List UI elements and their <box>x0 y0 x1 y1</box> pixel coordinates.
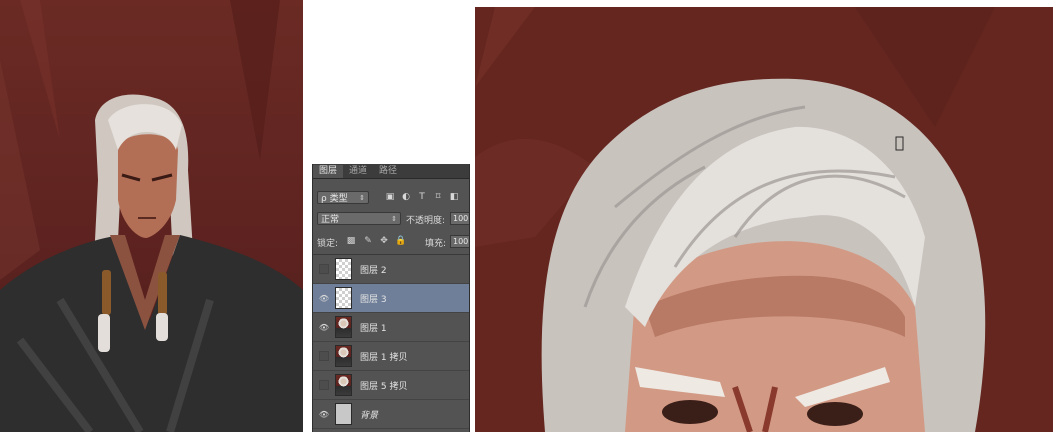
opacity-label: 不透明度: <box>406 216 446 226</box>
text-filter-icon[interactable]: T <box>417 192 427 202</box>
layer-name: 背景 <box>360 410 379 421</box>
eye-icon[interactable]: 👁 <box>319 409 329 419</box>
chevron-updown-icon: ⇕ <box>391 214 397 223</box>
eye-icon[interactable]: 👁 <box>319 293 329 303</box>
layer-name: 图层 3 <box>360 294 387 305</box>
filter-label: ρ 类型 <box>321 194 348 204</box>
visibility-toggle[interactable] <box>319 264 329 274</box>
opacity-field[interactable]: 100 <box>450 212 469 225</box>
tab-channels[interactable]: 通道 <box>343 165 373 178</box>
layer-thumbnail <box>335 345 352 367</box>
chevron-updown-icon: ⇕ <box>359 193 365 202</box>
tab-paths[interactable]: 路径 <box>373 165 403 178</box>
layer-thumbnail <box>335 316 352 338</box>
layers-panel: 图层 通道 路径 ρ 类型 ⇕ ▣ ◐ T ⌑ ◧ 正常 ⇕ 不透明度: 100… <box>312 164 470 432</box>
eye-icon[interactable]: 👁 <box>319 322 329 332</box>
lock-transparent-icon[interactable]: ▩ <box>346 236 356 246</box>
layer-row[interactable]: 图层 5 拷贝 <box>313 371 469 400</box>
lock-label: 锁定: <box>317 239 339 249</box>
layer-thumbnail <box>335 374 352 396</box>
fill-label: 填充: <box>425 239 447 249</box>
layer-name: 图层 5 拷贝 <box>360 381 408 392</box>
lock-all-icon[interactable]: 🔒 <box>395 236 406 246</box>
layer-row[interactable]: 图层 1 拷贝 <box>313 342 469 371</box>
lock-move-icon[interactable]: ✥ <box>379 236 389 246</box>
layer-name: 图层 2 <box>360 265 387 276</box>
layer-row[interactable]: 图层 2 <box>313 255 469 284</box>
layer-thumbnail <box>335 287 352 309</box>
blend-mode-select[interactable]: 正常 ⇕ <box>317 212 401 225</box>
smart-object-filter-icon[interactable]: ◧ <box>449 192 459 202</box>
layer-list: 图层 2 👁 图层 3 👁 图层 1 图层 1 拷贝 图层 5 拷贝 👁 背景 <box>313 254 469 429</box>
layer-filter-select[interactable]: ρ 类型 ⇕ <box>317 191 369 204</box>
portrait-closeup <box>475 7 995 432</box>
layer-row[interactable]: 👁 背景 <box>313 400 469 429</box>
visibility-toggle[interactable] <box>319 380 329 390</box>
tab-layers[interactable]: 图层 <box>313 165 344 178</box>
layer-name: 图层 1 <box>360 323 387 334</box>
artwork-zoom-view[interactable] <box>475 7 1053 432</box>
blend-mode-value: 正常 <box>321 215 340 225</box>
visibility-toggle[interactable] <box>319 351 329 361</box>
panel-tabs: 图层 通道 路径 <box>313 164 469 179</box>
fill-field[interactable]: 100 <box>450 235 469 248</box>
shape-filter-icon[interactable]: ⌑ <box>433 192 443 202</box>
layer-thumbnail <box>335 258 352 280</box>
artwork-full-view <box>0 0 303 432</box>
layer-name: 图层 1 拷贝 <box>360 352 408 363</box>
portrait-painting <box>0 0 303 432</box>
lock-paint-icon[interactable]: ✎ <box>363 236 373 246</box>
adjustment-filter-icon[interactable]: ◐ <box>401 192 411 202</box>
image-filter-icon[interactable]: ▣ <box>385 192 395 202</box>
layer-row-selected[interactable]: 👁 图层 3 <box>313 284 469 313</box>
layer-thumbnail <box>335 403 352 425</box>
layer-row[interactable]: 👁 图层 1 <box>313 313 469 342</box>
